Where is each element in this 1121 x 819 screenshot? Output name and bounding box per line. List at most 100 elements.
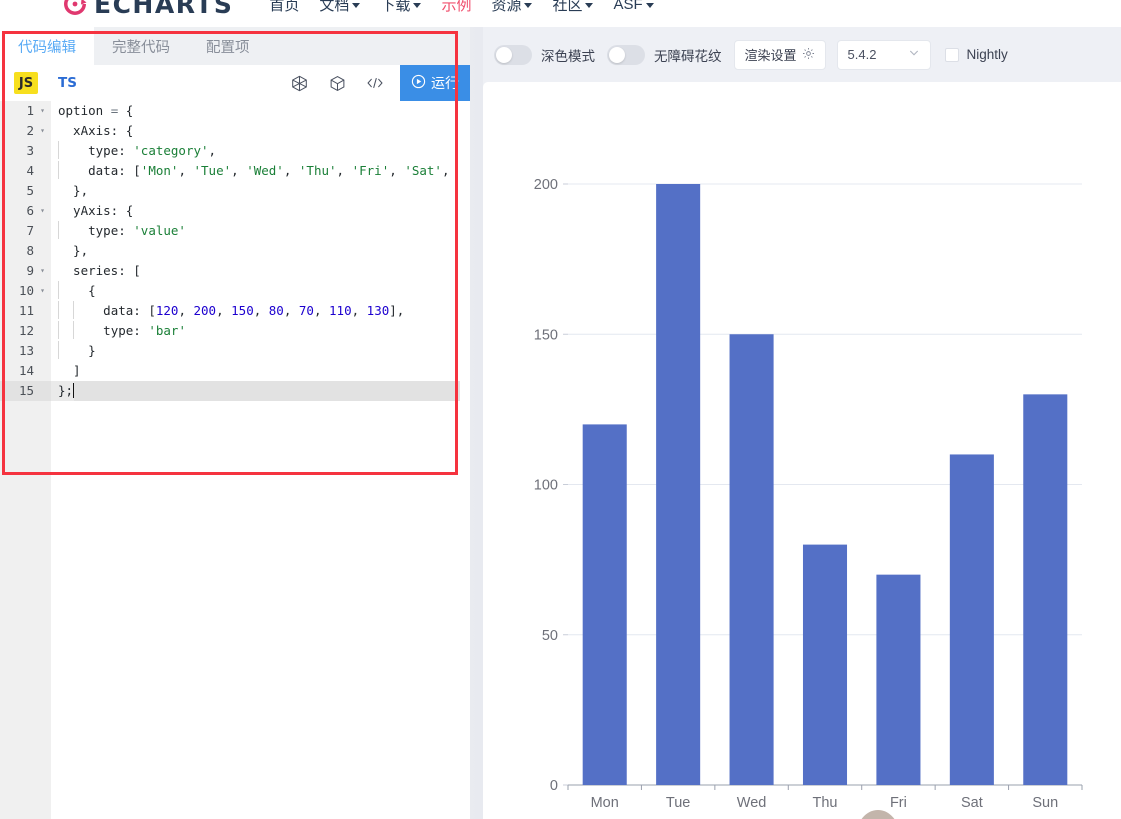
tab-option-config[interactable]: 配置项: [188, 27, 268, 65]
code-line[interactable]: 12 type: 'bar': [0, 321, 470, 341]
code-line[interactable]: 13 }: [0, 341, 470, 361]
nav-item-asf[interactable]: ASF: [613, 0, 654, 13]
indent-guide: [58, 161, 59, 179]
version-value: 5.4.2: [847, 47, 877, 62]
chevron-down-icon: [908, 47, 920, 62]
code-brackets-icon[interactable]: [362, 70, 388, 96]
fold-toggle-icon[interactable]: ▾: [38, 281, 47, 301]
code-token: 'value': [133, 223, 186, 238]
code-line[interactable]: 1 ▾ option = {: [0, 101, 470, 121]
code-line[interactable]: 5 },: [0, 181, 470, 201]
render-settings-label: 渲染设置: [744, 48, 797, 63]
indent-guide: [73, 301, 75, 319]
nav-item-download[interactable]: 下载: [380, 0, 422, 15]
code-text: };: [51, 381, 75, 401]
line-number: 6: [26, 203, 34, 218]
bar[interactable]: [656, 184, 701, 785]
y-axis-tick-label: 50: [542, 628, 558, 644]
code-token: },: [58, 183, 89, 198]
top-navigation-bar: ECHARTS 首页 文档 下载 示例 资源 社区 ASF: [0, 0, 1121, 27]
code-token: };: [58, 383, 74, 398]
code-text: option = {: [51, 101, 133, 121]
x-axis-tick-label: Wed: [737, 795, 767, 811]
bar[interactable]: [729, 334, 774, 785]
code-line[interactable]: 15};: [0, 381, 470, 401]
code-line[interactable]: 11 data: [120, 200, 150, 80, 70, 110, 13…: [0, 301, 470, 321]
fold-toggle-icon[interactable]: ▾: [38, 101, 47, 121]
fold-toggle-icon[interactable]: ▾: [38, 201, 47, 221]
x-axis-tick-label: Fri: [890, 795, 907, 811]
bar[interactable]: [949, 454, 994, 785]
wireframe-cube-icon[interactable]: [286, 70, 312, 96]
code-line[interactable]: 10 ▾ {: [0, 281, 470, 301]
code-token: ,: [313, 303, 330, 318]
indent-guide: [73, 321, 75, 339]
version-select[interactable]: 5.4.2: [836, 39, 931, 70]
line-number: 1: [26, 103, 34, 118]
line-number: 2: [26, 123, 34, 138]
code-token: ,: [283, 303, 299, 318]
line-number: 8: [26, 243, 34, 258]
play-circle-icon: [411, 74, 426, 92]
code-line[interactable]: 8 },: [0, 241, 470, 261]
code-line[interactable]: 2 ▾ xAxis: {: [0, 121, 470, 141]
chart-preview-pane: 深色模式 无障碍花纹 渲染设置 5.4.2 Nightly 0 50 100 1…: [483, 27, 1121, 819]
run-button-label: 运行: [431, 75, 459, 91]
line-number: 12: [18, 323, 34, 338]
pane-divider[interactable]: [470, 27, 483, 819]
code-text: {: [51, 281, 96, 301]
cube-icon[interactable]: [324, 70, 350, 96]
code-text: data: ['Mon', 'Tue', 'Wed', 'Thu', 'Fri'…: [51, 161, 470, 181]
fold-toggle-icon[interactable]: ▾: [38, 121, 47, 141]
code-text: xAxis: {: [51, 121, 133, 141]
nightly-checkbox[interactable]: [944, 47, 959, 62]
code-token: 'bar': [148, 323, 186, 338]
echarts-logo-icon: [62, 0, 88, 17]
tab-code-editor[interactable]: 代码编辑: [0, 27, 94, 65]
dark-mode-toggle[interactable]: [494, 44, 532, 65]
code-token: },: [58, 243, 89, 258]
bar[interactable]: [876, 574, 921, 785]
fold-toggle-icon[interactable]: ▾: [38, 261, 47, 281]
code-line[interactable]: 6 ▾ yAxis: {: [0, 201, 470, 221]
chevron-down-icon: [585, 2, 594, 8]
accessible-pattern-toggle[interactable]: [607, 44, 645, 65]
bar-chart[interactable]: 0 50 100 150 200 Mon Tue Wed Thu Fri Sat Sun: [483, 82, 1121, 819]
editor-vertical-scrollbar[interactable]: [460, 101, 470, 819]
render-settings-button[interactable]: 渲染设置: [733, 39, 826, 70]
code-line[interactable]: 9 ▾ series: [: [0, 261, 470, 281]
code-area[interactable]: 1 ▾ option = {2 ▾ xAxis: {3 type: 'category…: [0, 101, 470, 819]
code-line[interactable]: 3 type: 'category',: [0, 141, 470, 161]
line-number: 14: [18, 363, 34, 378]
code-token: =: [110, 103, 126, 118]
language-js-button[interactable]: JS: [14, 72, 38, 94]
y-axis-tick-label: 0: [550, 778, 558, 794]
bar[interactable]: [582, 424, 627, 785]
code-token: 120: [155, 303, 179, 318]
code-token: ,: [283, 163, 299, 178]
tab-full-code[interactable]: 完整代码: [94, 27, 188, 65]
code-token: 'Thu': [298, 163, 337, 178]
code-line[interactable]: 14 ]: [0, 361, 470, 381]
nav-item-label: ASF: [613, 0, 643, 13]
line-number: 5: [26, 183, 34, 198]
code-lines[interactable]: 1 ▾ option = {2 ▾ xAxis: {3 type: 'category…: [0, 101, 470, 401]
nav-item-resources[interactable]: 资源: [491, 0, 533, 15]
code-token: yAxis: {: [58, 203, 134, 218]
run-button[interactable]: 运行: [400, 65, 470, 101]
code-line[interactable]: 7 type: 'value': [0, 221, 470, 241]
y-axis-tick-label: 200: [534, 177, 558, 193]
bar[interactable]: [802, 544, 848, 785]
language-ts-button[interactable]: TS: [58, 75, 77, 91]
echarts-logo[interactable]: ECHARTS: [62, 0, 233, 19]
indent-guide: [58, 141, 59, 159]
nav-item-docs[interactable]: 文档: [319, 0, 361, 15]
nav-item-examples[interactable]: 示例: [441, 0, 471, 15]
bar[interactable]: [1023, 394, 1068, 785]
code-token: 80: [268, 303, 284, 318]
nav-item-community[interactable]: 社区: [552, 0, 594, 15]
code-token: {: [125, 103, 134, 118]
code-line[interactable]: 4 data: ['Mon', 'Tue', 'Wed', 'Thu', 'Fr…: [0, 161, 470, 181]
nav-item-home[interactable]: 首页: [269, 0, 299, 15]
editor-tabbar: 代码编辑 完整代码 配置项: [0, 27, 470, 65]
